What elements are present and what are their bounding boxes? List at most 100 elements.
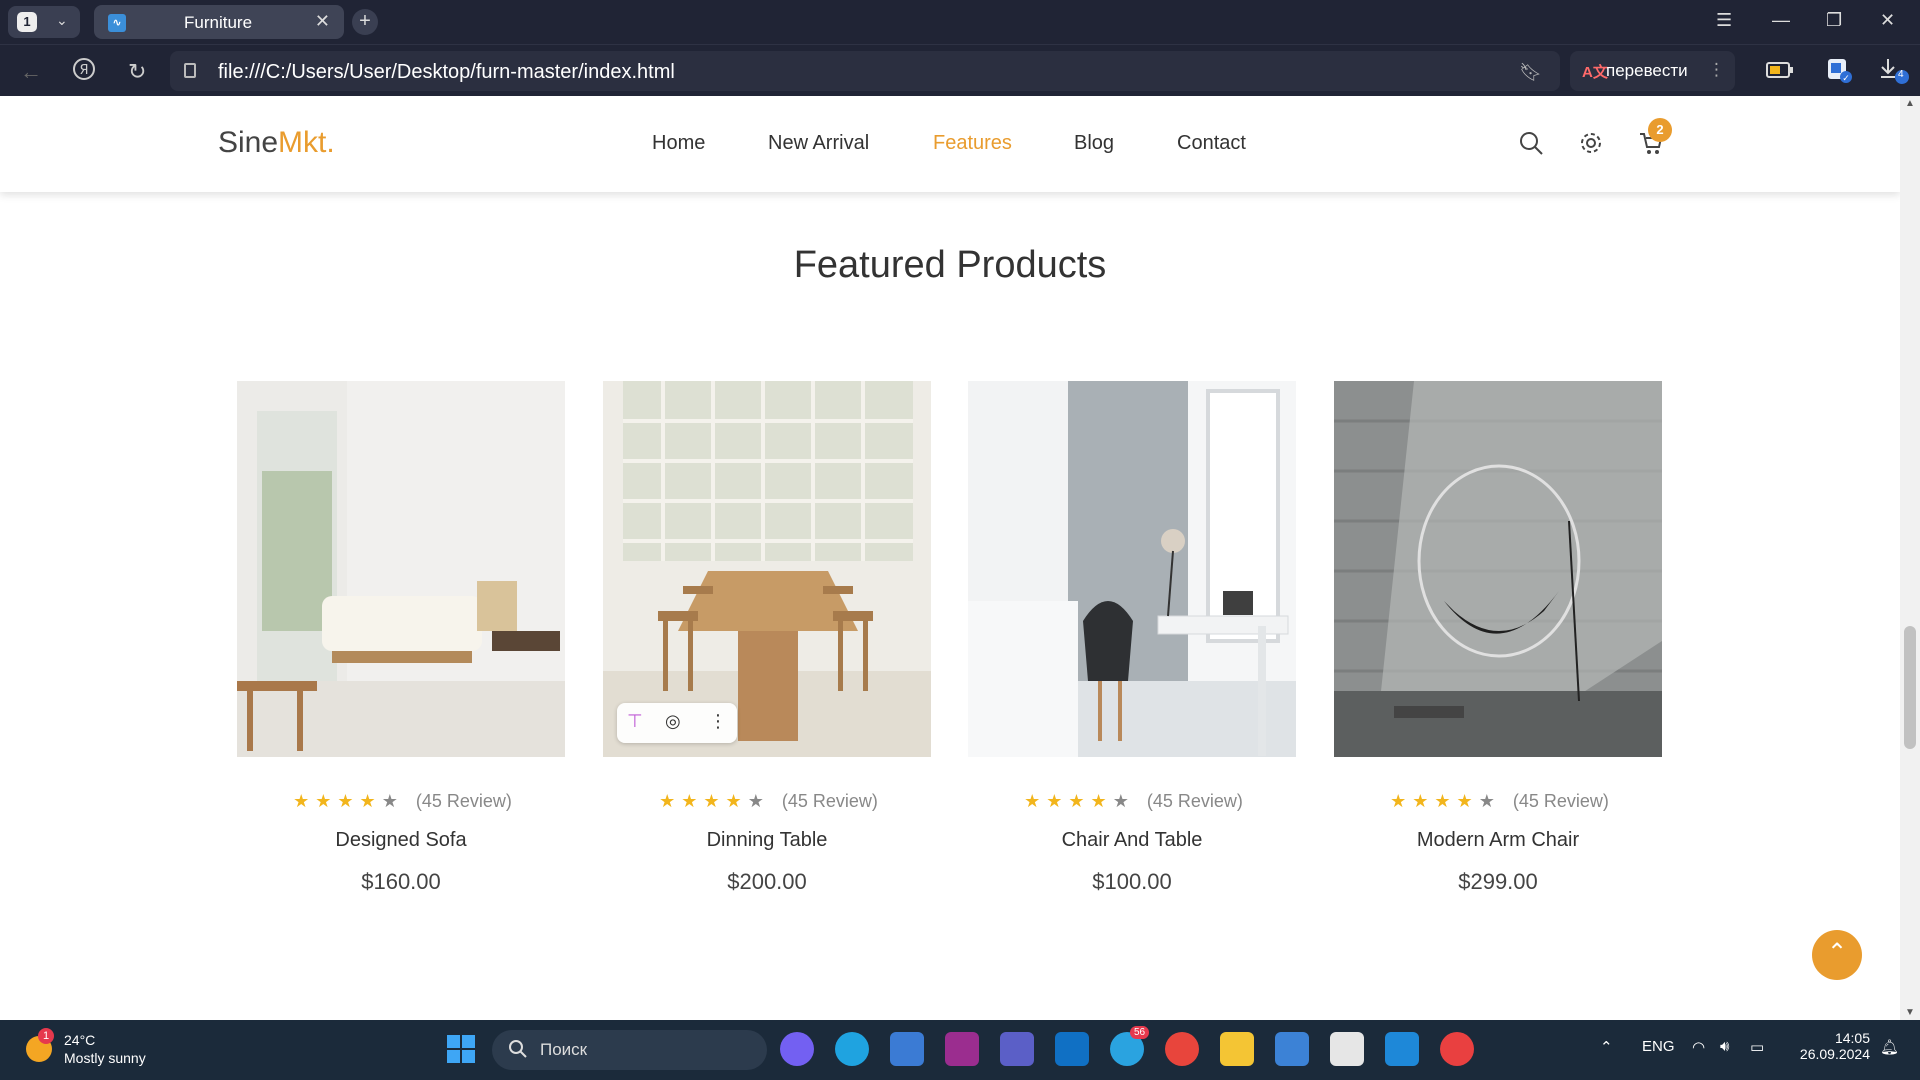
text-recognition-icon[interactable]: ⊤ (627, 711, 643, 732)
star-icon: ★ (1068, 791, 1085, 811)
review-count: (45 Review) (781, 791, 878, 811)
product-image[interactable] (237, 381, 565, 757)
outlook-icon[interactable] (1055, 1032, 1089, 1066)
page-scrollbar[interactable]: ▲ ▼ (1900, 96, 1920, 1020)
chevron-up-icon[interactable]: ⌃ (1600, 1038, 1613, 1056)
web-page: SineMkt. Home New Arrival Features Blog … (0, 96, 1900, 1020)
gear-icon[interactable] (1578, 130, 1604, 161)
svg-text:Я: Я (79, 63, 88, 78)
product-card[interactable]: ⊤ ◎ ⋮ ★ ★ ★ ★ ★ (45 Review) Dinning Table $2… (603, 381, 931, 894)
microsoft-store-icon[interactable] (1275, 1032, 1309, 1066)
star-icon: ★ (1412, 791, 1429, 811)
clock[interactable]: 14:05 26.09.2024 (1790, 1030, 1870, 1062)
star-icon: ★ (1456, 791, 1473, 811)
winrar-icon[interactable] (945, 1032, 979, 1066)
scrollbar-thumb[interactable] (1904, 626, 1916, 749)
product-name[interactable]: Chair And Table (968, 829, 1296, 852)
app-icon[interactable] (890, 1032, 924, 1066)
star-icon: ★ (725, 791, 742, 811)
viber-icon[interactable] (780, 1032, 814, 1066)
file-explorer-icon[interactable] (1220, 1032, 1254, 1066)
more-icon[interactable]: ⋮ (1708, 60, 1725, 80)
telegram-icon[interactable]: 56 (1110, 1026, 1150, 1066)
star-empty-icon: ★ (1478, 791, 1495, 811)
star-icon: ★ (1090, 791, 1107, 811)
tab-counter-button[interactable]: 1 ⌄ (8, 6, 80, 38)
site-logo[interactable]: SineMkt. (218, 126, 335, 160)
star-empty-icon: ★ (381, 791, 398, 811)
nav-new-arrival[interactable]: New Arrival (768, 132, 869, 155)
notification-bell-icon[interactable]: 🔔︎ (1880, 1038, 1899, 1056)
battery-extension-icon[interactable] (1766, 61, 1794, 84)
search-icon[interactable] (1518, 130, 1544, 161)
close-window-icon[interactable]: ✕ (1880, 10, 1895, 31)
svg-text:✓: ✓ (1842, 74, 1850, 83)
star-icon: ★ (659, 791, 676, 811)
extension-icon[interactable]: ✓ (1826, 57, 1852, 88)
product-card[interactable]: ★ ★ ★ ★ ★ (45 Review) Modern Arm Chair $299.… (1334, 381, 1662, 894)
product-name[interactable]: Modern Arm Chair (1334, 829, 1662, 852)
bookmark-icon[interactable]: 🔖︎ (1519, 62, 1542, 83)
taskbar: 1 24°C Mostly sunny Поиск 56 ⌃ ENG ◠ 🔊︎ … (0, 1020, 1920, 1080)
star-icon: ★ (1390, 791, 1407, 811)
url-text[interactable]: file:///C:/Users/User/Desktop/furn-maste… (218, 61, 675, 84)
rating: ★ ★ ★ ★ ★ (45 Review) (237, 791, 565, 812)
downloads-icon[interactable]: 4 (1878, 55, 1910, 90)
yandex-icon[interactable]: Я (72, 57, 96, 87)
star-icon: ★ (315, 791, 332, 811)
tab-title: Furniture (184, 13, 253, 32)
product-price: $299.00 (1458, 869, 1538, 894)
product-card[interactable]: ★ ★ ★ ★ ★ (45 Review) Designed Sofa $160.00 (237, 381, 565, 894)
edge-icon[interactable] (835, 1032, 869, 1066)
wifi-icon[interactable]: ◠ (1692, 1038, 1705, 1056)
scroll-up-icon[interactable]: ▲ (1905, 98, 1915, 109)
reload-icon[interactable]: ↻ (128, 59, 146, 85)
nav-home[interactable]: Home (652, 132, 705, 155)
product-card[interactable]: ★ ★ ★ ★ ★ (45 Review) Chair And Table $100.0… (968, 381, 1296, 894)
yandex-browser-icon[interactable] (1440, 1032, 1474, 1066)
product-image[interactable] (1334, 381, 1662, 757)
camera-icon[interactable]: ◎ (665, 711, 681, 732)
nav-contact[interactable]: Contact (1177, 132, 1246, 155)
hamburger-menu-icon[interactable]: ☰ (1716, 10, 1732, 31)
restore-icon[interactable]: ❐ (1826, 10, 1842, 31)
nav-features[interactable]: Features (933, 132, 1012, 155)
browser-tab[interactable]: ∿ Furniture ✕ (94, 5, 344, 39)
chrome-icon[interactable] (1165, 1032, 1199, 1066)
close-icon[interactable]: ✕ (315, 11, 330, 32)
product-name[interactable]: Dinning Table (603, 829, 931, 852)
document-icon[interactable] (1330, 1032, 1364, 1066)
scroll-down-icon[interactable]: ▼ (1905, 1007, 1915, 1018)
favicon-icon: ∿ (108, 14, 126, 32)
star-icon: ★ (681, 791, 698, 811)
volume-icon[interactable]: 🔊︎ (1720, 1038, 1729, 1055)
rating: ★ ★ ★ ★ ★ (45 Review) (603, 791, 931, 812)
product-image[interactable]: ⊤ ◎ ⋮ (603, 381, 931, 757)
new-tab-button[interactable]: + (352, 9, 378, 35)
teams-icon[interactable] (1000, 1032, 1034, 1066)
windows-start-icon[interactable] (444, 1032, 478, 1066)
translate-label: перевести (1606, 61, 1688, 80)
translate-button[interactable]: A文 перевести ⋮ (1570, 51, 1735, 91)
product-image[interactable] (968, 381, 1296, 757)
vscode-icon[interactable] (1385, 1032, 1419, 1066)
language-indicator[interactable]: ENG (1642, 1038, 1675, 1055)
nav-blog[interactable]: Blog (1074, 132, 1114, 155)
star-icon: ★ (1434, 791, 1451, 811)
taskbar-search[interactable]: Поиск (492, 1030, 767, 1070)
star-empty-icon: ★ (1112, 791, 1129, 811)
battery-icon[interactable]: ▭ (1750, 1038, 1764, 1056)
address-bar[interactable]: file:///C:/Users/User/Desktop/furn-maste… (170, 51, 1560, 91)
minimize-icon[interactable]: — (1772, 10, 1790, 31)
cart-count-badge: 2 (1648, 118, 1672, 142)
more-icon[interactable]: ⋮ (709, 711, 727, 732)
product-name[interactable]: Designed Sofa (237, 829, 565, 852)
translate-icon: A文 (1582, 64, 1608, 81)
scroll-to-top-button[interactable]: ⌃ (1812, 930, 1862, 980)
telegram-badge: 56 (1130, 1026, 1150, 1039)
review-count: (45 Review) (1512, 791, 1609, 811)
image-tools-overlay[interactable]: ⊤ ◎ ⋮ (617, 703, 737, 743)
back-arrow-icon[interactable]: ← (20, 59, 42, 85)
product-price: $160.00 (361, 869, 441, 894)
review-count: (45 Review) (415, 791, 512, 811)
